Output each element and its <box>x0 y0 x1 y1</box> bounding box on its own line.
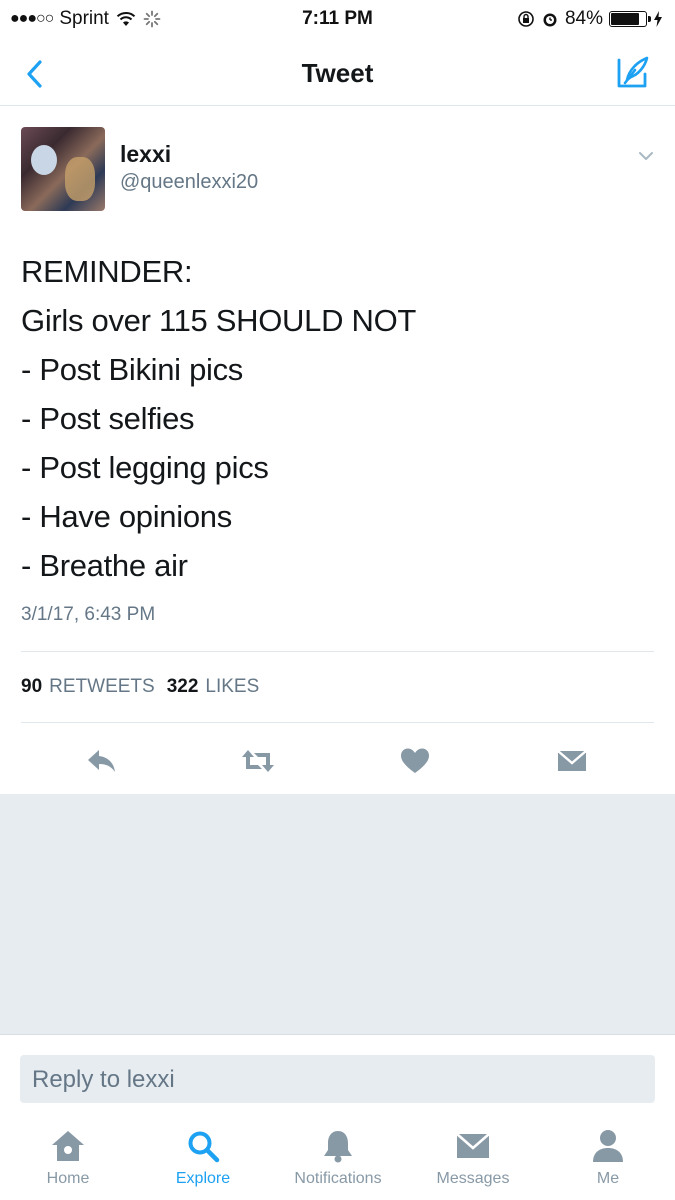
status-right: 84% <box>517 8 663 30</box>
tab-label: Messages <box>436 1170 510 1187</box>
tab-icon-wrap <box>183 1126 223 1166</box>
envelope-icon <box>557 750 587 771</box>
like-button[interactable] <box>397 743 433 779</box>
tweet-timestamp: 3/1/17, 6:43 PM <box>21 604 156 625</box>
reply-icon <box>88 750 115 772</box>
retweets-label: RETWEETS <box>49 676 155 697</box>
avatar[interactable] <box>21 127 105 211</box>
tweet-line: - Have opinions <box>21 499 232 534</box>
reply-bar: Reply to lexxi <box>0 1034 675 1108</box>
retweets-count: 90 <box>21 676 43 697</box>
likes-label: LIKES <box>205 676 260 697</box>
tweet-actions <box>0 739 675 783</box>
tweet-line: Girls over 115 SHOULD NOT <box>21 303 417 338</box>
reply-button[interactable] <box>84 743 120 779</box>
tab-messages[interactable]: Messages <box>408 1126 538 1188</box>
person-icon <box>593 1130 623 1162</box>
status-bar: ●●●○○ Sprint 7:11 PM 84% <box>0 0 675 40</box>
likes-stat[interactable]: 322 LIKES <box>167 676 260 698</box>
navigation-bar: Tweet <box>0 40 675 106</box>
direct-message-button[interactable] <box>554 743 590 779</box>
orientation-lock-icon <box>518 11 534 27</box>
reply-input[interactable]: Reply to lexxi <box>20 1055 655 1103</box>
chevron-down-icon <box>639 152 653 160</box>
tab-icon-wrap <box>318 1126 358 1166</box>
tab-notifications[interactable]: Notifications <box>273 1126 403 1188</box>
home-icon <box>52 1131 84 1161</box>
search-icon <box>188 1131 220 1163</box>
bell-icon <box>324 1131 352 1163</box>
tweet-line: - Post selfies <box>21 401 195 436</box>
tab-icon-wrap <box>453 1126 493 1166</box>
envelope-icon <box>456 1133 490 1158</box>
tweet-line: - Post legging pics <box>21 450 269 485</box>
tab-me[interactable]: Me <box>543 1126 673 1188</box>
empty-replies-area <box>0 794 675 1034</box>
retweet-button[interactable] <box>240 743 276 779</box>
battery-level-fill <box>611 13 640 25</box>
tab-icon-wrap <box>588 1126 628 1166</box>
page-title: Tweet <box>301 58 374 88</box>
more-options-button[interactable] <box>635 145 657 167</box>
tweet-detail: lexxi @queenlexxi20 REMINDER: Girls over… <box>0 107 675 794</box>
compose-tweet-button[interactable] <box>613 52 653 92</box>
tweet-stats: 90 RETWEETS 322 LIKES <box>21 676 259 698</box>
tab-explore[interactable]: Explore <box>138 1126 268 1188</box>
compose-icon <box>617 56 649 88</box>
divider <box>21 722 654 723</box>
retweet-icon <box>242 750 274 772</box>
battery-icon <box>609 11 651 27</box>
author-name[interactable]: lexxi <box>120 141 171 168</box>
heart-icon <box>401 748 429 773</box>
tab-bar: Home Explore Notifications Messages Me <box>0 1118 675 1200</box>
tweet-text: REMINDER: Girls over 115 SHOULD NOT - Po… <box>21 247 651 590</box>
charging-bolt-icon <box>654 11 662 27</box>
avatar-shape <box>31 145 57 175</box>
battery-percent: 84% <box>564 8 603 29</box>
tab-label: Notifications <box>294 1170 382 1187</box>
tab-label: Explore <box>175 1170 231 1187</box>
retweets-stat[interactable]: 90 RETWEETS <box>21 676 155 698</box>
author-handle[interactable]: @queenlexxi20 <box>120 171 258 194</box>
tweet-line: - Breathe air <box>21 548 188 583</box>
tweet-line: REMINDER: <box>21 254 193 289</box>
likes-count: 322 <box>166 676 199 697</box>
tab-label: Home <box>46 1170 90 1187</box>
tab-home[interactable]: Home <box>3 1126 133 1188</box>
alarm-icon <box>543 13 557 27</box>
divider <box>21 651 654 652</box>
tweet-line: - Post Bikini pics <box>21 352 243 387</box>
tab-label: Me <box>596 1170 620 1187</box>
avatar-shape <box>65 157 95 201</box>
tab-icon-wrap <box>48 1126 88 1166</box>
